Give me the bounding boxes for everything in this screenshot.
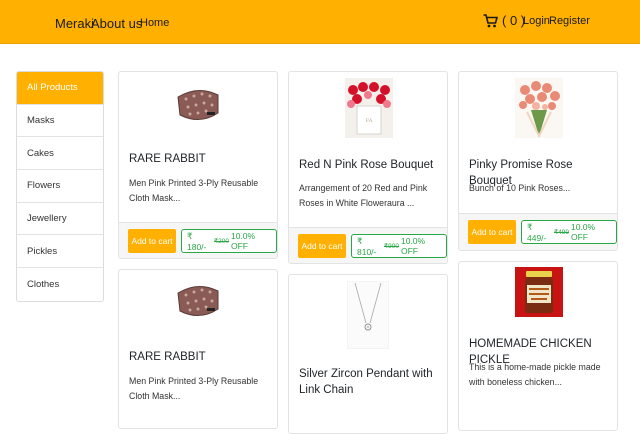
login-link[interactable]: Login (523, 15, 550, 27)
top-navbar: Meraki About us Home ( 0 ) Login Registe… (0, 0, 640, 44)
discount-value: 10.0% OFF (570, 222, 596, 242)
category-sidebar: All Products Masks Cakes Flowers Jewelle… (16, 71, 104, 302)
category-all-products[interactable]: All Products (17, 72, 103, 105)
product-footer: Add to cart ₹ 810/- ₹900 10.0% OFF (289, 227, 447, 263)
product-description: Bunch of 10 Pink Roses... (469, 183, 571, 193)
category-jewellery[interactable]: Jewellery (17, 202, 103, 236)
product-image-pickle-jar[interactable] (515, 267, 563, 317)
register-link[interactable]: Register (549, 15, 590, 27)
original-price: ₹900 (384, 243, 399, 250)
product-card: Pinky Promise Rose Bouquet Bunch of 10 P… (458, 71, 618, 251)
brand-link[interactable]: Meraki (55, 16, 94, 31)
product-image-mask[interactable] (174, 275, 222, 327)
category-cakes[interactable]: Cakes (17, 137, 103, 171)
product-image-pink-roses[interactable] (515, 78, 563, 138)
price-badge: ₹ 810/- ₹900 10.0% OFF (351, 234, 447, 258)
product-image-pendant[interactable] (347, 281, 389, 349)
add-to-cart-button[interactable]: Add to cart (298, 234, 346, 258)
product-footer: Add to cart ₹ 449/- ₹499 10.0% OFF (459, 213, 617, 250)
category-masks[interactable]: Masks (17, 104, 103, 138)
cart-count: ( 0 ) (502, 13, 526, 28)
home-link[interactable]: Home (140, 17, 169, 29)
add-to-cart-button[interactable]: Add to cart (468, 220, 516, 244)
product-title[interactable]: RARE RABBIT (129, 350, 206, 366)
price-value: ₹ 810/- (357, 235, 377, 257)
product-image-mask[interactable] (174, 79, 222, 131)
product-description: This is a home-made pickle made with bon… (469, 362, 601, 387)
product-description: Men Pink Printed 3-Ply Reusable Cloth Ma… (129, 376, 259, 401)
category-clothes[interactable]: Clothes (17, 268, 103, 301)
price-value: ₹ 180/- (187, 230, 207, 252)
original-price: ₹200 (214, 238, 229, 245)
discount-value: 10.0% OFF (400, 236, 426, 256)
product-title[interactable]: RARE RABBIT (129, 152, 206, 168)
category-pickles[interactable]: Pickles (17, 235, 103, 269)
price-badge: ₹ 449/- ₹499 10.0% OFF (521, 220, 617, 244)
product-card: Silver Zircon Pendant with Link Chain (288, 274, 448, 434)
cart-link[interactable]: ( 0 ) (483, 13, 525, 28)
product-card: RARE RABBIT Men Pink Printed 3-Ply Reusa… (118, 71, 278, 259)
discount-value: 10.0% OFF (230, 231, 256, 251)
original-price: ₹499 (554, 229, 569, 236)
add-to-cart-button[interactable]: Add to cart (128, 229, 176, 253)
product-card: RARE RABBIT Men Pink Printed 3-Ply Reusa… (118, 269, 278, 429)
product-image-bouquet[interactable]: FA (345, 78, 393, 138)
product-card: HOMEMADE CHICKEN PICKLE This is a home-m… (458, 261, 618, 431)
product-title[interactable]: Red N Pink Rose Bouquet (299, 158, 433, 174)
product-description: Arrangement of 20 Red and Pink Roses in … (299, 183, 428, 208)
product-description: Men Pink Printed 3-Ply Reusable Cloth Ma… (129, 178, 259, 203)
svg-text:FA: FA (366, 118, 373, 124)
product-title[interactable]: Silver Zircon Pendant with Link Chain (299, 367, 444, 398)
product-footer: Add to cart ₹ 180/- ₹200 10.0% OFF (119, 222, 277, 258)
price-value: ₹ 449/- (527, 221, 547, 243)
cart-icon (483, 13, 498, 28)
price-badge: ₹ 180/- ₹200 10.0% OFF (181, 229, 277, 253)
product-card: FA Red N Pink Rose Bouquet Arrangement o… (288, 71, 448, 264)
category-flowers[interactable]: Flowers (17, 170, 103, 203)
about-us-link[interactable]: About us (91, 16, 142, 31)
